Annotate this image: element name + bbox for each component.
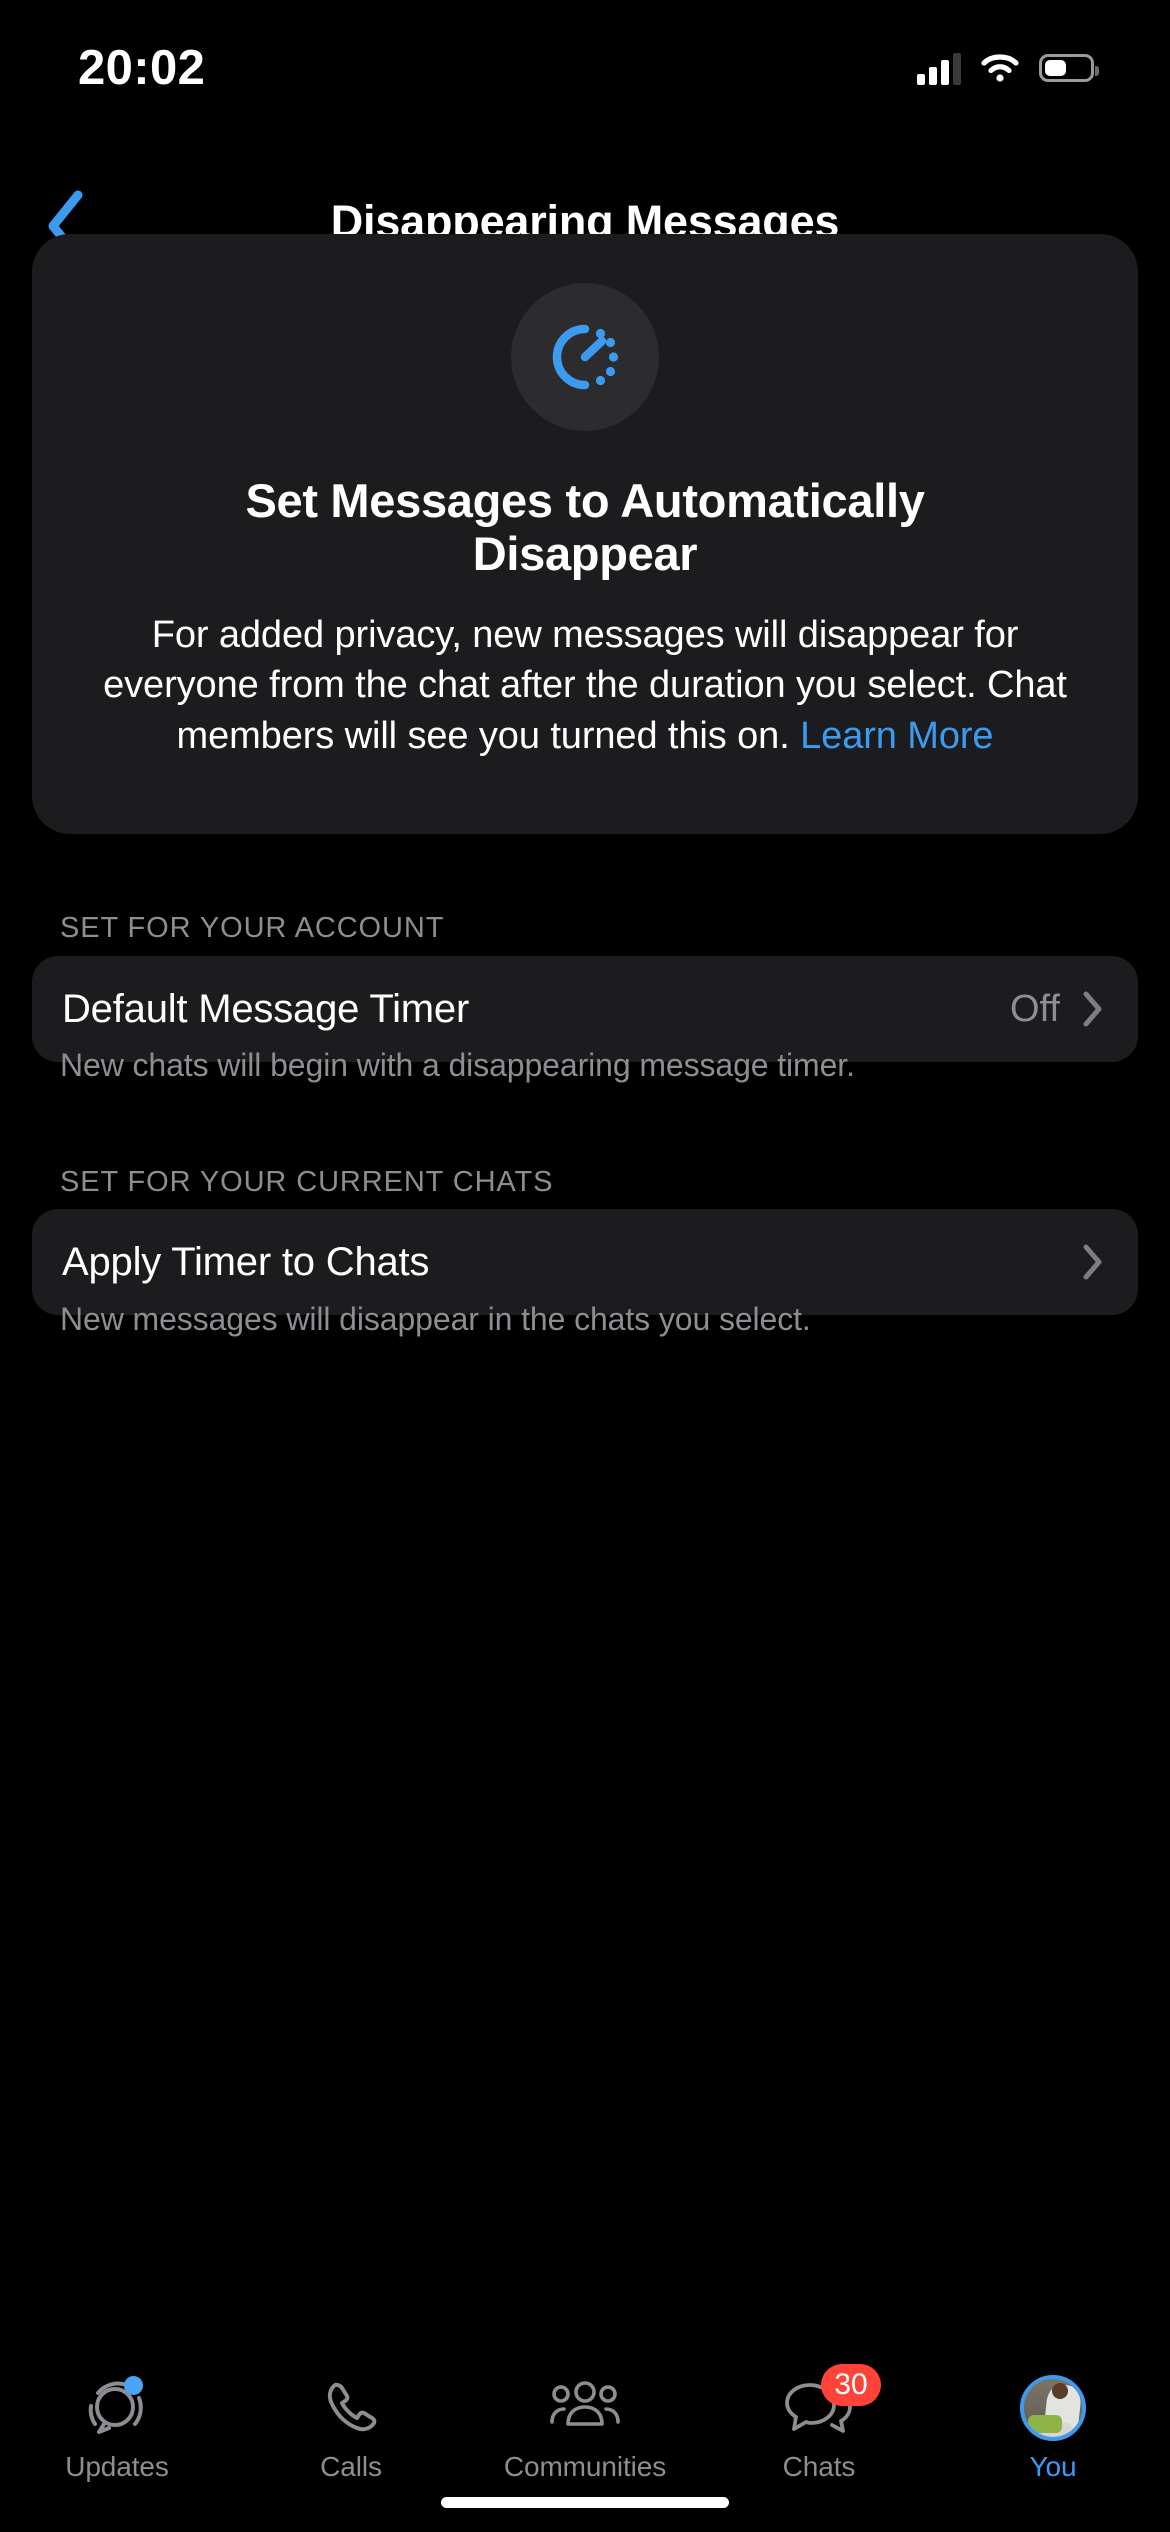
hero-description: For added privacy, new messages will dis…	[85, 610, 1085, 760]
tab-you[interactable]: You	[936, 2372, 1170, 2483]
status-bar-indicators	[917, 52, 1099, 85]
footer-note-current-chats: New messages will disappear in the chats…	[60, 1301, 811, 1337]
tab-calls[interactable]: Calls	[234, 2372, 468, 2483]
row-value-default-message-timer: Off	[1010, 987, 1060, 1030]
chats-unread-badge: 30	[821, 2364, 881, 2406]
hero-icon-container	[511, 283, 659, 431]
avatar	[1020, 2375, 1086, 2441]
tab-label-chats: Chats	[782, 2451, 856, 2482]
row-label-apply-timer-to-chats: Apply Timer to Chats	[62, 1239, 430, 1284]
footer-note-account: New chats will begin with a disappearing…	[60, 1047, 855, 1083]
disappearing-timer-icon	[552, 324, 619, 390]
section-header-current-chats: SET FOR YOUR CURRENT CHATS	[60, 1166, 554, 1198]
cellular-signal-icon	[917, 52, 961, 85]
hero-title: Set Messages to Automatically Disappear	[245, 474, 925, 580]
chevron-right-icon	[1083, 991, 1102, 1027]
tab-communities[interactable]: Communities	[468, 2372, 702, 2483]
tab-label-you: You	[1029, 2451, 1077, 2482]
section-header-account: SET FOR YOUR ACCOUNT	[60, 912, 445, 944]
row-label-default-message-timer: Default Message Timer	[62, 986, 470, 1031]
phone-screen: 20:02 Disappearing Messages Set Messages…	[0, 0, 1170, 2532]
battery-icon	[1039, 54, 1099, 82]
updates-status-ring-icon	[77, 2372, 157, 2444]
tab-label-calls: Calls	[320, 2451, 382, 2482]
wifi-icon	[980, 53, 1020, 83]
tab-updates[interactable]: Updates	[0, 2372, 234, 2483]
chat-bubbles-icon: 30	[779, 2364, 881, 2444]
chevron-right-icon	[1083, 1244, 1102, 1280]
status-bar-time: 20:02	[78, 41, 206, 95]
tab-label-updates: Updates	[65, 2451, 169, 2482]
communities-people-icon	[545, 2372, 625, 2444]
profile-avatar-icon	[1013, 2372, 1093, 2444]
tab-chats[interactable]: 30 Chats	[702, 2364, 936, 2483]
home-indicator	[441, 2497, 729, 2508]
phone-handset-icon	[311, 2372, 391, 2444]
status-bar: 20:02	[0, 0, 1170, 122]
disappearing-messages-info-card: Set Messages to Automatically Disappear …	[32, 234, 1138, 834]
tab-label-communities: Communities	[503, 2451, 667, 2482]
updates-badge-dot	[124, 2376, 143, 2395]
learn-more-link[interactable]: Learn More	[800, 715, 993, 757]
